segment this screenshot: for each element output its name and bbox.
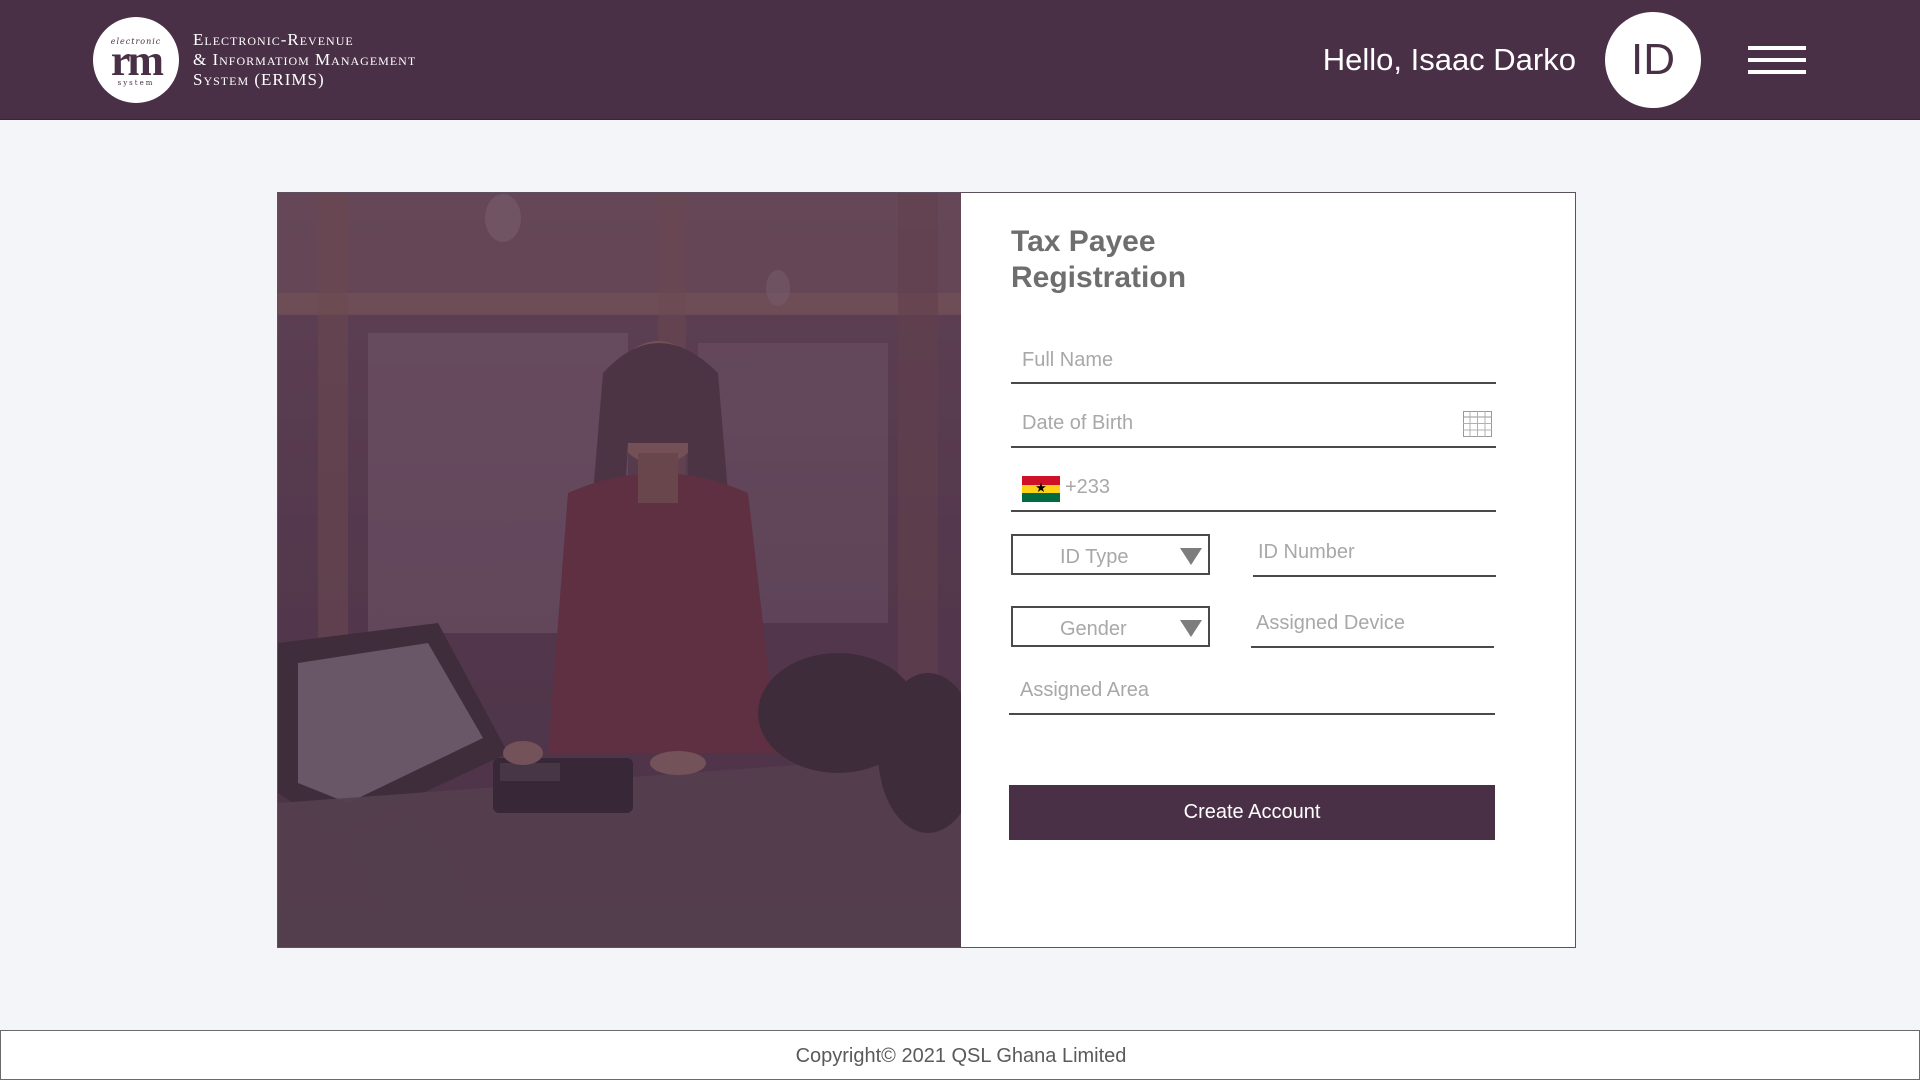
copyright-text: Copyright© 2021 QSL Ghana Limited <box>795 1045 1127 1067</box>
phone-field: ★ <box>1011 465 1496 512</box>
registration-card: Tax Payee Registration ★ ID Type <box>277 192 1576 948</box>
id-number-input[interactable] <box>1253 530 1496 575</box>
assigned-area-field <box>1009 668 1495 715</box>
user-avatar[interactable]: ID <box>1605 12 1701 108</box>
gender-label: Gender <box>1060 618 1127 640</box>
id-type-select[interactable]: ID Type <box>1011 534 1210 575</box>
full-name-field <box>1011 338 1496 384</box>
assigned-device-input[interactable] <box>1251 601 1494 646</box>
form-title: Tax Payee Registration <box>1011 225 1187 294</box>
calendar-icon[interactable] <box>1463 411 1492 437</box>
create-account-button[interactable]: Create Account <box>1009 785 1495 840</box>
id-number-field <box>1253 530 1496 577</box>
phone-input[interactable] <box>1011 465 1496 510</box>
logo-bottom-text: system <box>117 79 155 87</box>
id-type-label: ID Type <box>1060 546 1129 568</box>
assigned-device-field <box>1251 601 1494 648</box>
assigned-area-input[interactable] <box>1009 668 1495 713</box>
caret-down-icon <box>1180 620 1202 637</box>
gender-select[interactable]: Gender <box>1011 606 1210 647</box>
cashier-photo <box>278 193 961 947</box>
brand-line-2: & Informatiom Management <box>193 50 417 69</box>
brand-line-3: System (ERIMS) <box>193 70 325 89</box>
date-of-birth-input[interactable] <box>1011 401 1496 446</box>
user-greeting: Hello, Isaac Darko <box>1322 42 1576 77</box>
top-bar: electronic rm system Electronic-Revenue … <box>0 0 1920 120</box>
erims-logo[interactable]: electronic rm system <box>93 17 179 103</box>
hamburger-menu-icon[interactable] <box>1748 46 1806 74</box>
full-name-input[interactable] <box>1011 338 1496 382</box>
caret-down-icon <box>1180 548 1202 565</box>
date-of-birth-field <box>1011 401 1496 448</box>
brand-line-1: Electronic-Revenue <box>193 30 354 49</box>
footer: Copyright© 2021 QSL Ghana Limited <box>0 1030 1920 1080</box>
logo-main-text: rm <box>110 36 164 85</box>
brand-name: Electronic-Revenue & Informatiom Managem… <box>193 30 416 90</box>
